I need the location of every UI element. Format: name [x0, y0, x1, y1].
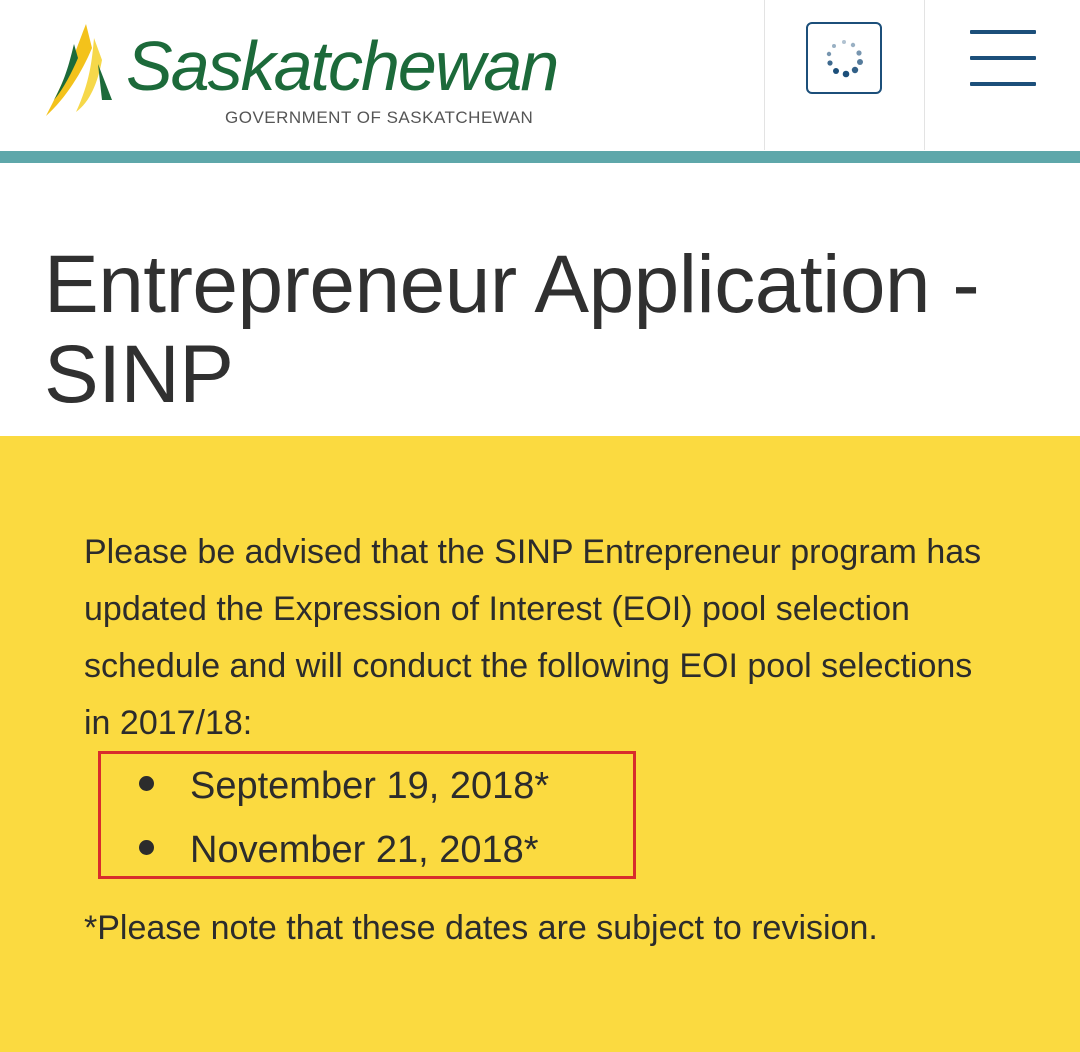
wheat-logo-icon: [46, 24, 112, 116]
menu-bar: [970, 82, 1036, 86]
menu-bar: [970, 56, 1036, 60]
selection-dates-highlight: September 19, 2018* November 21, 2018*: [98, 751, 636, 879]
notice-panel: Please be advised that the SINP Entrepre…: [0, 436, 1080, 1052]
hamburger-menu-icon: [970, 30, 1036, 34]
menu-button[interactable]: [970, 30, 1036, 86]
spinner-icon: [826, 40, 863, 78]
header-divider: [924, 0, 925, 150]
list-item: September 19, 2018*: [139, 764, 549, 808]
site-header: Saskatchewan GOVERNMENT OF SASKATCHEWAN: [0, 0, 1080, 150]
saskatchewan-logo[interactable]: Saskatchewan GOVERNMENT OF SASKATCHEWAN: [40, 20, 560, 135]
page-title: Entrepreneur Application - SINP: [44, 239, 980, 420]
page: Saskatchewan GOVERNMENT OF SASKATCHEWAN: [0, 0, 1080, 1052]
bullet-icon: [139, 776, 154, 792]
selection-date: September 19, 2018*: [190, 765, 550, 807]
loading-button[interactable]: [806, 22, 882, 94]
logo-wordmark: Saskatchewan: [126, 27, 559, 105]
logo-subtitle: GOVERNMENT OF SASKATCHEWAN: [225, 108, 534, 127]
header-divider: [764, 0, 765, 150]
selection-date: November 21, 2018*: [190, 829, 539, 871]
list-item: November 21, 2018*: [139, 828, 539, 872]
notice-intro-text: Please be advised that the SINP Entrepre…: [84, 533, 982, 742]
header-accent-strip: [0, 151, 1080, 163]
bullet-icon: [139, 840, 154, 856]
notice-footnote: *Please note that these dates are subjec…: [84, 909, 878, 947]
